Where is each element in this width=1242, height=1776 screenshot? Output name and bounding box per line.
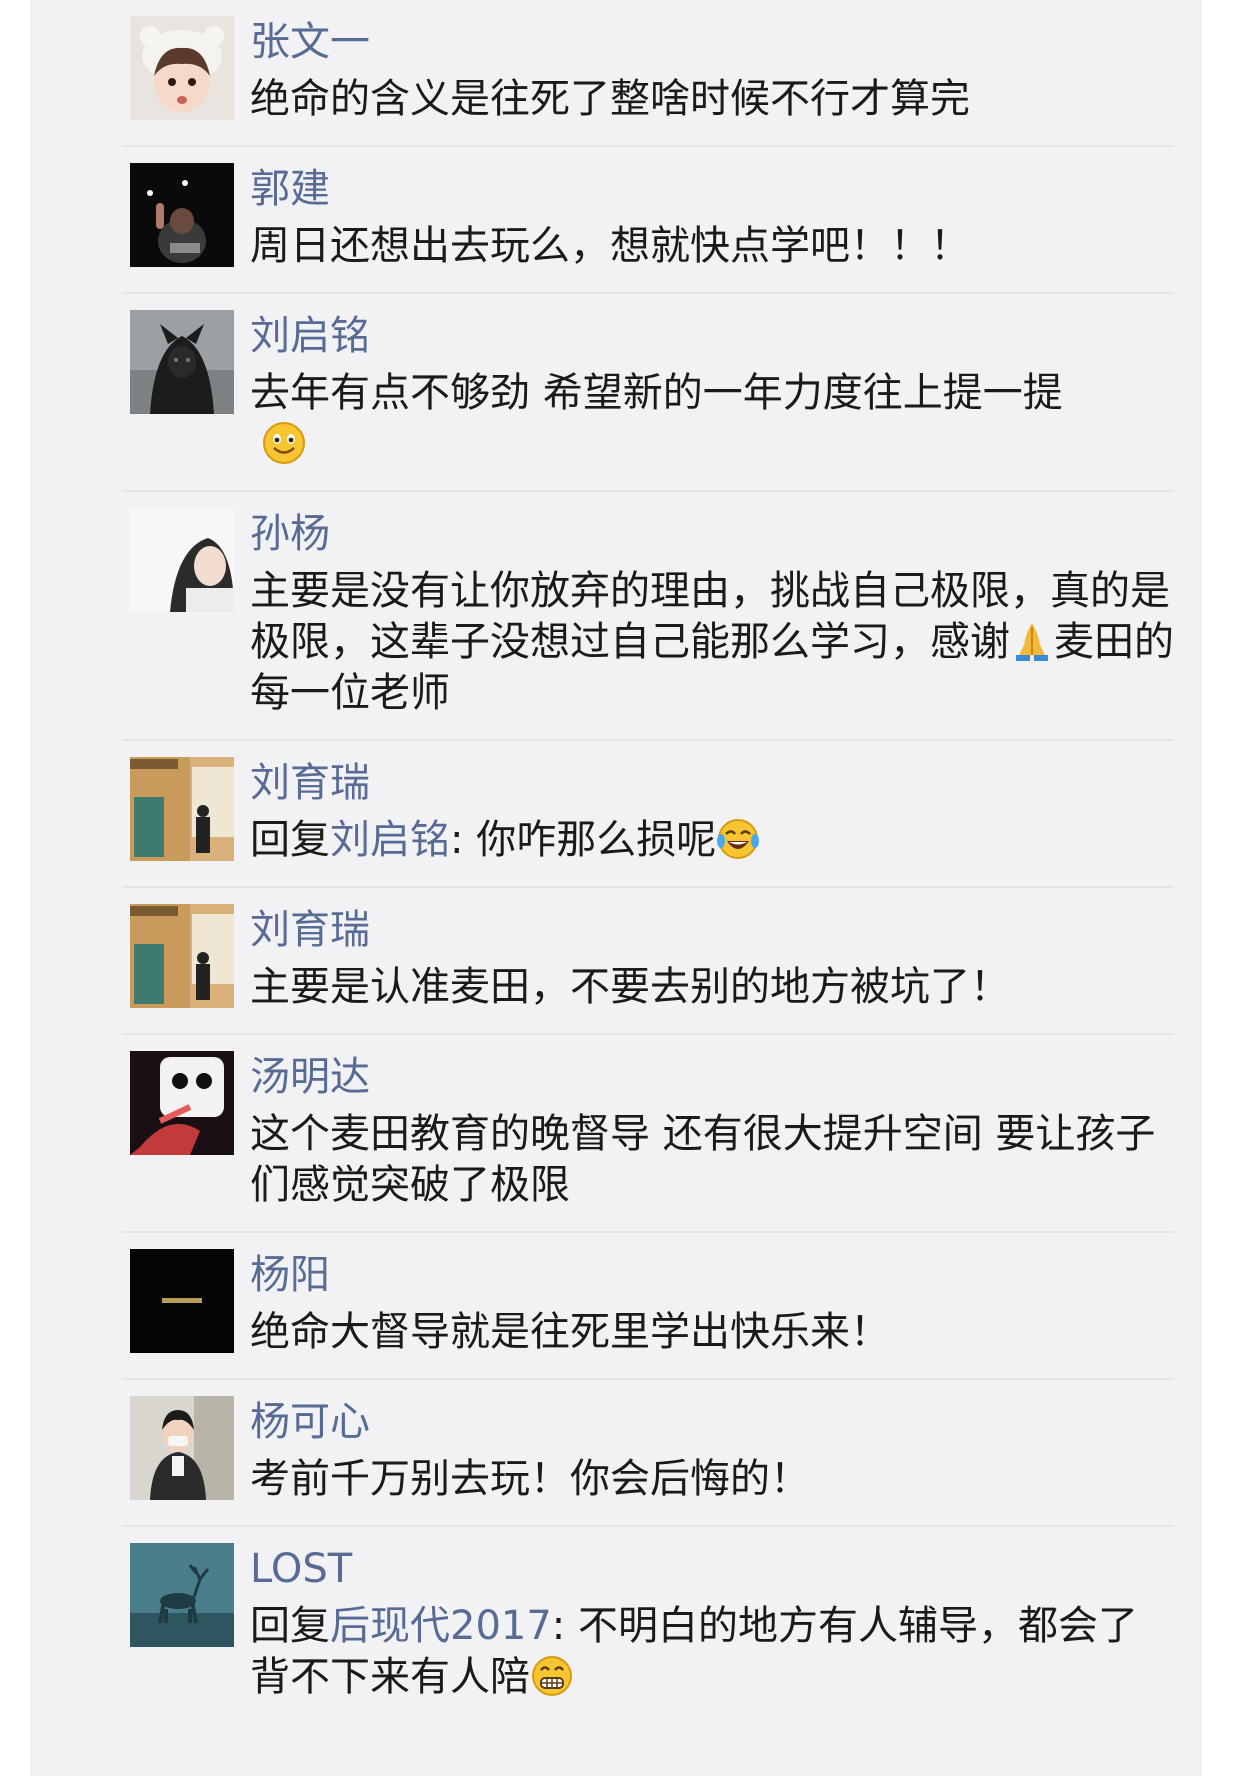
- list-item: 刘启铭 去年有点不够劲 希望新的一年力度往上提一提: [122, 294, 1174, 492]
- comment-text: 周日还想出去玩么，想就快点学吧！！！: [250, 223, 970, 269]
- list-item: 杨可心 考前千万别去玩！你会后悔的！: [122, 1380, 1174, 1527]
- comment-author[interactable]: 孙杨: [250, 508, 1174, 560]
- avatar[interactable]: [130, 1396, 234, 1500]
- smile-emoji-icon: [262, 421, 306, 465]
- list-item: 孙杨 主要是没有让你放弃的理由，挑战自己极限，真的是极限，这辈子没想过自己能那么…: [122, 492, 1174, 741]
- comment-text-content: : 你咋那么损呢: [450, 817, 717, 863]
- comment-author[interactable]: 杨阳: [250, 1249, 1174, 1301]
- avatar[interactable]: [130, 1051, 234, 1155]
- comment-author[interactable]: 张文一: [250, 16, 1174, 68]
- list-item: 汤明达 这个麦田教育的晚督导 还有很大提升空间 要让孩子们感觉突破了极限: [122, 1035, 1174, 1233]
- reply-to-user[interactable]: 刘启铭: [330, 817, 450, 863]
- comment-text: 考前千万别去玩！你会后悔的！: [250, 1456, 810, 1502]
- comment-author[interactable]: 郭建: [250, 163, 1174, 215]
- comment-text: 主要是认准麦田，不要去别的地方被坑了！: [250, 964, 1010, 1010]
- reply-to-user[interactable]: 后现代2017: [330, 1603, 552, 1649]
- avatar[interactable]: [130, 16, 234, 120]
- reply-prefix: 回复: [250, 1603, 330, 1649]
- list-item: 杨阳 绝命大督导就是往死里学出快乐来！: [122, 1233, 1174, 1380]
- comment-text: 这个麦田教育的晚督导 还有很大提升空间 要让孩子们感觉突破了极限: [250, 1111, 1156, 1208]
- avatar[interactable]: [130, 904, 234, 1008]
- comment-author[interactable]: 刘育瑞: [250, 757, 1174, 809]
- comment-text: 回复后现代2017: 不明白的地方有人辅导，都会了背不下来有人陪: [250, 1601, 1174, 1703]
- avatar[interactable]: [130, 163, 234, 267]
- comment-text: 绝命大督导就是往死里学出快乐来！: [250, 1309, 890, 1355]
- comment-author[interactable]: 杨可心: [250, 1396, 1174, 1448]
- pray-emoji-icon: [1010, 619, 1054, 663]
- avatar[interactable]: [130, 310, 234, 414]
- comment-text: 去年有点不够劲 希望新的一年力度往上提一提: [250, 368, 1174, 470]
- avatar[interactable]: [130, 1543, 234, 1647]
- list-item: 刘育瑞 主要是认准麦田，不要去别的地方被坑了！: [122, 888, 1174, 1035]
- comment-text: 回复刘启铭: 你咋那么损呢: [250, 815, 1174, 866]
- comment-author[interactable]: 刘育瑞: [250, 904, 1174, 956]
- avatar[interactable]: [130, 757, 234, 861]
- list-item: 郭建 周日还想出去玩么，想就快点学吧！！！: [122, 147, 1174, 294]
- reply-prefix: 回复: [250, 817, 330, 863]
- comment-author[interactable]: LOST: [250, 1543, 1174, 1595]
- list-item: 张文一 绝命的含义是往死了整啥时候不行才算完: [122, 0, 1174, 147]
- avatar[interactable]: [130, 1249, 234, 1353]
- list-item: LOST 回复后现代2017: 不明白的地方有人辅导，都会了背不下来有人陪: [122, 1527, 1174, 1723]
- comment-author[interactable]: 汤明达: [250, 1051, 1174, 1103]
- list-item: 刘育瑞 回复刘启铭: 你咋那么损呢: [122, 741, 1174, 888]
- avatar[interactable]: [130, 508, 234, 612]
- comment-text: 主要是没有让你放弃的理由，挑战自己极限，真的是极限，这辈子没想过自己能那么学习，…: [250, 566, 1174, 719]
- comment-text-content: 去年有点不够劲 希望新的一年力度往上提一提: [250, 370, 1063, 416]
- comment-author[interactable]: 刘启铭: [250, 310, 1174, 362]
- tears-of-joy-emoji-icon: [716, 817, 760, 861]
- comment-list: 张文一 绝命的含义是往死了整啥时候不行才算完 郭建 周日还想出去玩么，想就快点学…: [30, 0, 1202, 1776]
- grin-emoji-icon: [530, 1654, 574, 1698]
- comment-text: 绝命的含义是往死了整啥时候不行才算完: [250, 76, 970, 122]
